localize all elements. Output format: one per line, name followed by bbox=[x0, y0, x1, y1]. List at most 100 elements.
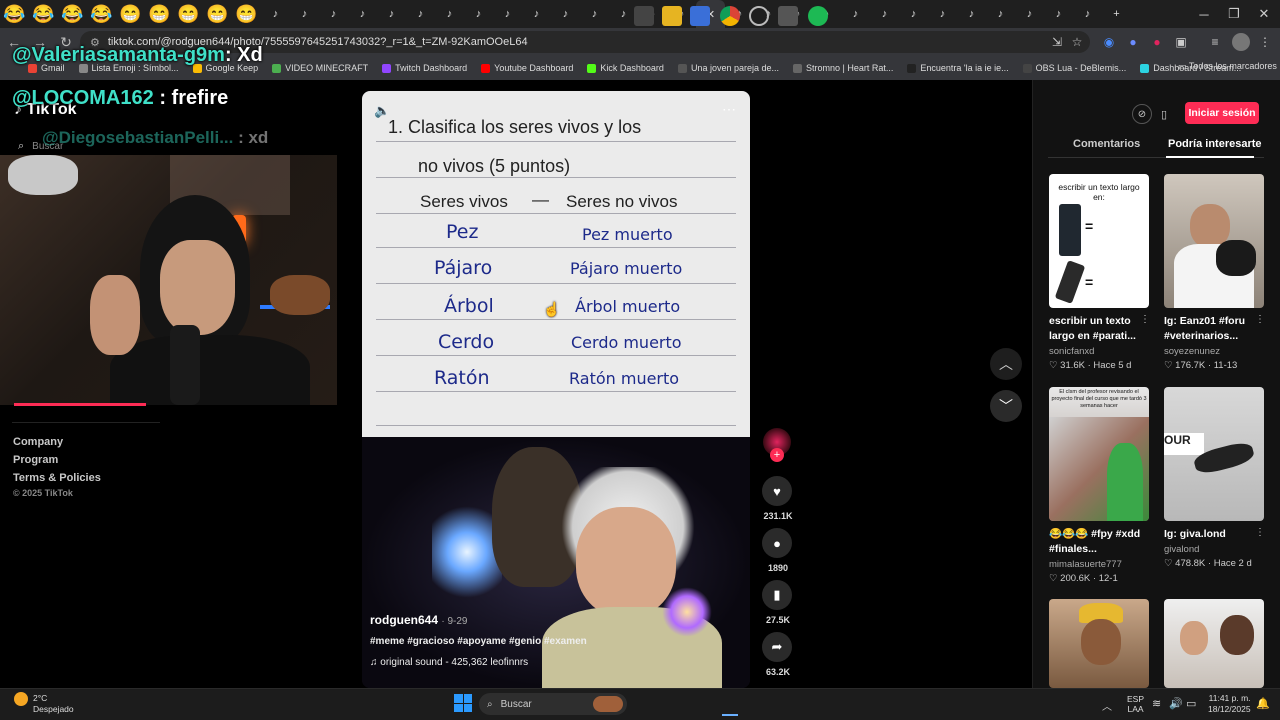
browser-tab[interactable]: ♪ bbox=[261, 0, 290, 28]
all-bookmarks[interactable]: ▭ Todos los marcadores bbox=[1178, 61, 1277, 72]
more-icon[interactable]: ⋮ bbox=[1140, 314, 1150, 325]
bookmark-item[interactable]: Encuentra 'la ia ie ie... bbox=[907, 63, 1009, 73]
profile-avatar[interactable] bbox=[1232, 33, 1250, 51]
windows-start-icon[interactable] bbox=[454, 694, 472, 712]
file-explorer-icon[interactable] bbox=[662, 6, 682, 26]
browser-tab[interactable]: ♪ bbox=[928, 0, 957, 28]
close-window-icon[interactable]: ✕ bbox=[1248, 0, 1280, 28]
browser-tab[interactable]: 😁 bbox=[145, 0, 174, 28]
browser-tab[interactable]: 😁 bbox=[174, 0, 203, 28]
link-terms[interactable]: Terms & Policies bbox=[13, 472, 101, 484]
more-icon[interactable]: ⋮ bbox=[1255, 527, 1265, 538]
share-arrow-icon[interactable]: ➦ bbox=[762, 632, 792, 662]
bookmark-item[interactable]: Stromno | Heart Rat... bbox=[793, 63, 893, 73]
browser-tab[interactable]: ♪ bbox=[464, 0, 493, 28]
follow-plus-icon[interactable]: + bbox=[770, 448, 784, 462]
browser-tab[interactable]: 😂 bbox=[87, 0, 116, 28]
bookmark-item[interactable]: OBS Lua - DeBlemis... bbox=[1022, 63, 1126, 73]
app-icon[interactable] bbox=[778, 6, 798, 26]
extension-icon[interactable]: ◉ bbox=[1100, 33, 1118, 51]
extension-icon[interactable]: ● bbox=[1148, 33, 1166, 51]
suggested-video-thumbnail[interactable] bbox=[1164, 599, 1264, 688]
suggested-video-user[interactable]: sonicfanxd bbox=[1049, 346, 1094, 357]
suggested-video-thumbnail[interactable] bbox=[1049, 599, 1149, 688]
bookmark-item[interactable]: VIDEO MINECRAFT bbox=[272, 63, 368, 73]
suggested-video-user[interactable]: givalond bbox=[1164, 544, 1199, 555]
browser-tab[interactable]: 😂 bbox=[58, 0, 87, 28]
suggested-video-thumbnail[interactable]: OUR bbox=[1164, 387, 1264, 521]
browser-tab[interactable]: 😁 bbox=[232, 0, 261, 28]
tab-suggested[interactable]: Podría interesarte bbox=[1168, 138, 1262, 150]
extensions-puzzle-icon[interactable]: ▣ bbox=[1172, 33, 1190, 51]
bookmark-star-icon[interactable]: ☆ bbox=[1068, 33, 1086, 51]
browser-tab[interactable]: ♪ bbox=[1015, 0, 1044, 28]
browser-tab[interactable]: ♪ bbox=[290, 0, 319, 28]
browser-tab[interactable]: ♪ bbox=[841, 0, 870, 28]
bookmark-item[interactable]: Twitch Dashboard bbox=[382, 63, 467, 73]
comment-icon[interactable]: ● bbox=[762, 528, 792, 558]
browser-tab[interactable]: 😂 bbox=[0, 0, 29, 28]
browser-tab[interactable]: ♪ bbox=[551, 0, 580, 28]
browser-tab[interactable]: ♪ bbox=[377, 0, 406, 28]
phone-icon[interactable]: ▯ bbox=[1156, 104, 1172, 124]
bookmark-item[interactable]: Youtube Dashboard bbox=[481, 63, 573, 73]
post-sound[interactable]: ♫ original sound - 425,362 leofinnrs bbox=[370, 657, 528, 668]
install-icon[interactable]: ⇲ bbox=[1048, 33, 1066, 51]
browser-tab[interactable]: 😂 bbox=[29, 0, 58, 28]
post-hashtags[interactable]: #meme #gracioso #apoyame #genio #examen bbox=[370, 636, 587, 647]
suggested-video-title[interactable]: Ig: giva.lond bbox=[1164, 527, 1264, 542]
suggested-video-title[interactable]: Ig: Eanz01 #foru #veterinarios... bbox=[1164, 314, 1264, 344]
suggested-video-title[interactable]: 😂😂😂 #fpy #xdd #finales... bbox=[1049, 527, 1149, 557]
minimize-icon[interactable]: ─ bbox=[1188, 0, 1220, 28]
link-program[interactable]: Program bbox=[13, 454, 58, 466]
tab-comments[interactable]: Comentarios bbox=[1073, 138, 1140, 150]
browser-tab[interactable]: ♪ bbox=[899, 0, 928, 28]
browser-tab[interactable]: 😁 bbox=[116, 0, 145, 28]
clock[interactable]: 11:41 p. m. 18/12/2025 bbox=[1208, 693, 1251, 715]
battery-icon[interactable]: ▭ bbox=[1186, 697, 1196, 710]
extension-icon[interactable]: ● bbox=[1124, 33, 1142, 51]
browser-tab[interactable]: ♪ bbox=[348, 0, 377, 28]
link-company[interactable]: Company bbox=[13, 436, 63, 448]
previous-post-chevron-up-icon[interactable]: ︿ bbox=[990, 348, 1022, 380]
weather-sun-icon[interactable] bbox=[14, 692, 28, 706]
weather-desc[interactable]: Despejado bbox=[33, 704, 74, 714]
browser-tab[interactable]: ♪ bbox=[870, 0, 899, 28]
obs-icon[interactable] bbox=[749, 6, 769, 26]
browser-tab[interactable]: ♪ bbox=[1073, 0, 1102, 28]
suggested-video-title[interactable]: escribir un texto largo en #parati... bbox=[1049, 314, 1149, 344]
new-tab-plus-icon[interactable]: + bbox=[1102, 0, 1131, 28]
post-media[interactable]: 🔈 ⋯ 1. Clasifica los seres vivos y los n… bbox=[362, 91, 750, 688]
store-icon[interactable] bbox=[690, 6, 710, 26]
login-button[interactable]: Iniciar sesión bbox=[1185, 102, 1259, 124]
bookmark-item[interactable]: Una joven pareja de... bbox=[677, 63, 779, 73]
suggested-video-user[interactable]: mimalasuerte777 bbox=[1049, 559, 1122, 570]
more-icon[interactable]: ⋮ bbox=[1255, 314, 1265, 325]
post-author[interactable]: rodguen644 · 9-29 bbox=[370, 613, 467, 627]
browser-tab[interactable]: ♪ bbox=[986, 0, 1015, 28]
notification-bell-icon[interactable]: 🔔 bbox=[1256, 697, 1270, 710]
browser-tab[interactable]: 😁 bbox=[203, 0, 232, 28]
menu-dots-icon[interactable]: ⋮ bbox=[1256, 33, 1274, 51]
next-post-chevron-down-icon[interactable]: ﹀ bbox=[990, 390, 1022, 422]
speaker-icon[interactable]: 🔊 bbox=[1169, 697, 1183, 710]
taskbar-search[interactable]: ⌕ Buscar bbox=[479, 693, 627, 715]
compass-icon[interactable]: ⊘ bbox=[1132, 104, 1152, 124]
browser-tab[interactable]: ♪ bbox=[493, 0, 522, 28]
chrome-icon[interactable] bbox=[720, 6, 740, 26]
browser-tab[interactable]: ♪ bbox=[319, 0, 348, 28]
tray-chevron-up-icon[interactable]: ︿ bbox=[1102, 698, 1112, 713]
more-options-icon[interactable]: ⋯ bbox=[722, 101, 736, 118]
browser-tab[interactable]: ♪ bbox=[1044, 0, 1073, 28]
suggested-video-thumbnail[interactable]: escribir un texto largo en: = = bbox=[1049, 174, 1149, 308]
browser-tab[interactable]: ♪ bbox=[580, 0, 609, 28]
spotify-icon[interactable] bbox=[808, 6, 828, 26]
weather-temp[interactable]: 2°C bbox=[33, 693, 47, 703]
language-indicator[interactable]: ESP LAA bbox=[1127, 694, 1144, 714]
like-heart-icon[interactable]: ♥ bbox=[762, 476, 792, 506]
media-icon[interactable]: ≡ bbox=[1206, 33, 1224, 51]
bookmark-icon[interactable]: ▮ bbox=[762, 580, 792, 610]
browser-tab[interactable]: ♪ bbox=[957, 0, 986, 28]
browser-tab[interactable]: ♪ bbox=[435, 0, 464, 28]
suggested-video-thumbnail[interactable] bbox=[1164, 174, 1264, 308]
